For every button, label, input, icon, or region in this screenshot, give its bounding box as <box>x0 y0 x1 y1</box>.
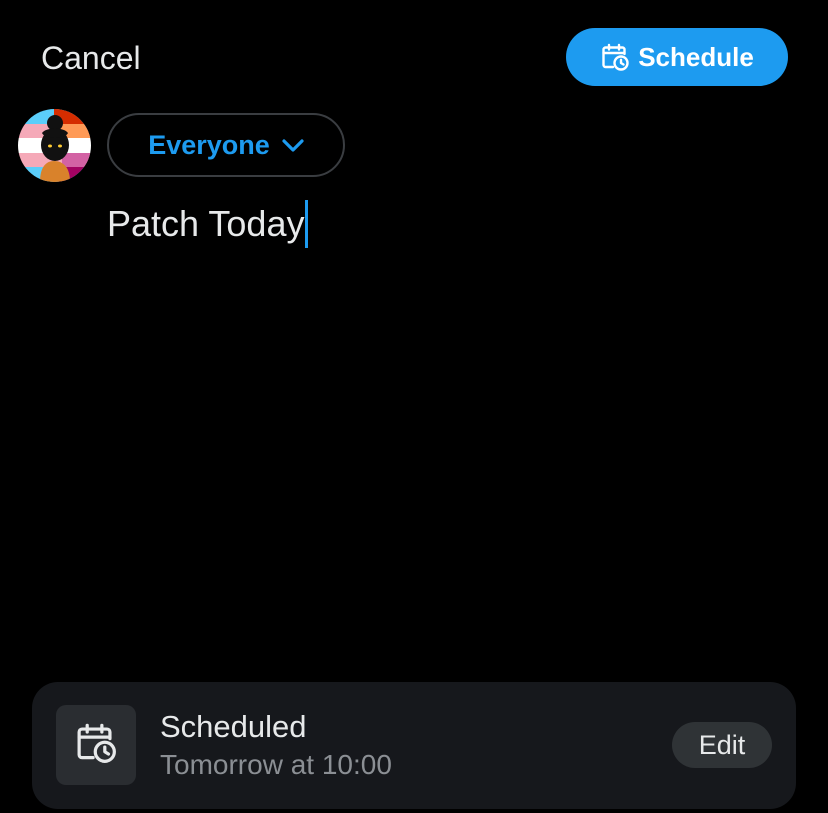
cancel-button[interactable]: Cancel <box>41 38 141 78</box>
chevron-down-icon <box>282 137 304 153</box>
compose-textarea[interactable]: Patch Today <box>107 200 309 248</box>
edit-schedule-button[interactable]: Edit <box>672 722 772 768</box>
scheduled-time: Tomorrow at 10:00 <box>160 749 392 780</box>
text-cursor <box>305 200 309 248</box>
scheduled-title: Scheduled <box>160 709 307 744</box>
scheduled-icon-container <box>56 705 136 785</box>
audience-label: Everyone <box>148 129 270 160</box>
avatar[interactable] <box>18 109 91 182</box>
schedule-button-label: Schedule <box>638 41 754 72</box>
scheduled-card[interactable]: Scheduled Tomorrow at 10:00 Edit <box>32 682 796 809</box>
calendar-clock-icon <box>74 721 118 770</box>
schedule-button[interactable]: Schedule <box>566 28 788 86</box>
compose-text: Patch Today <box>107 203 305 244</box>
audience-selector[interactable]: Everyone <box>107 113 345 177</box>
calendar-clock-icon <box>600 42 630 72</box>
